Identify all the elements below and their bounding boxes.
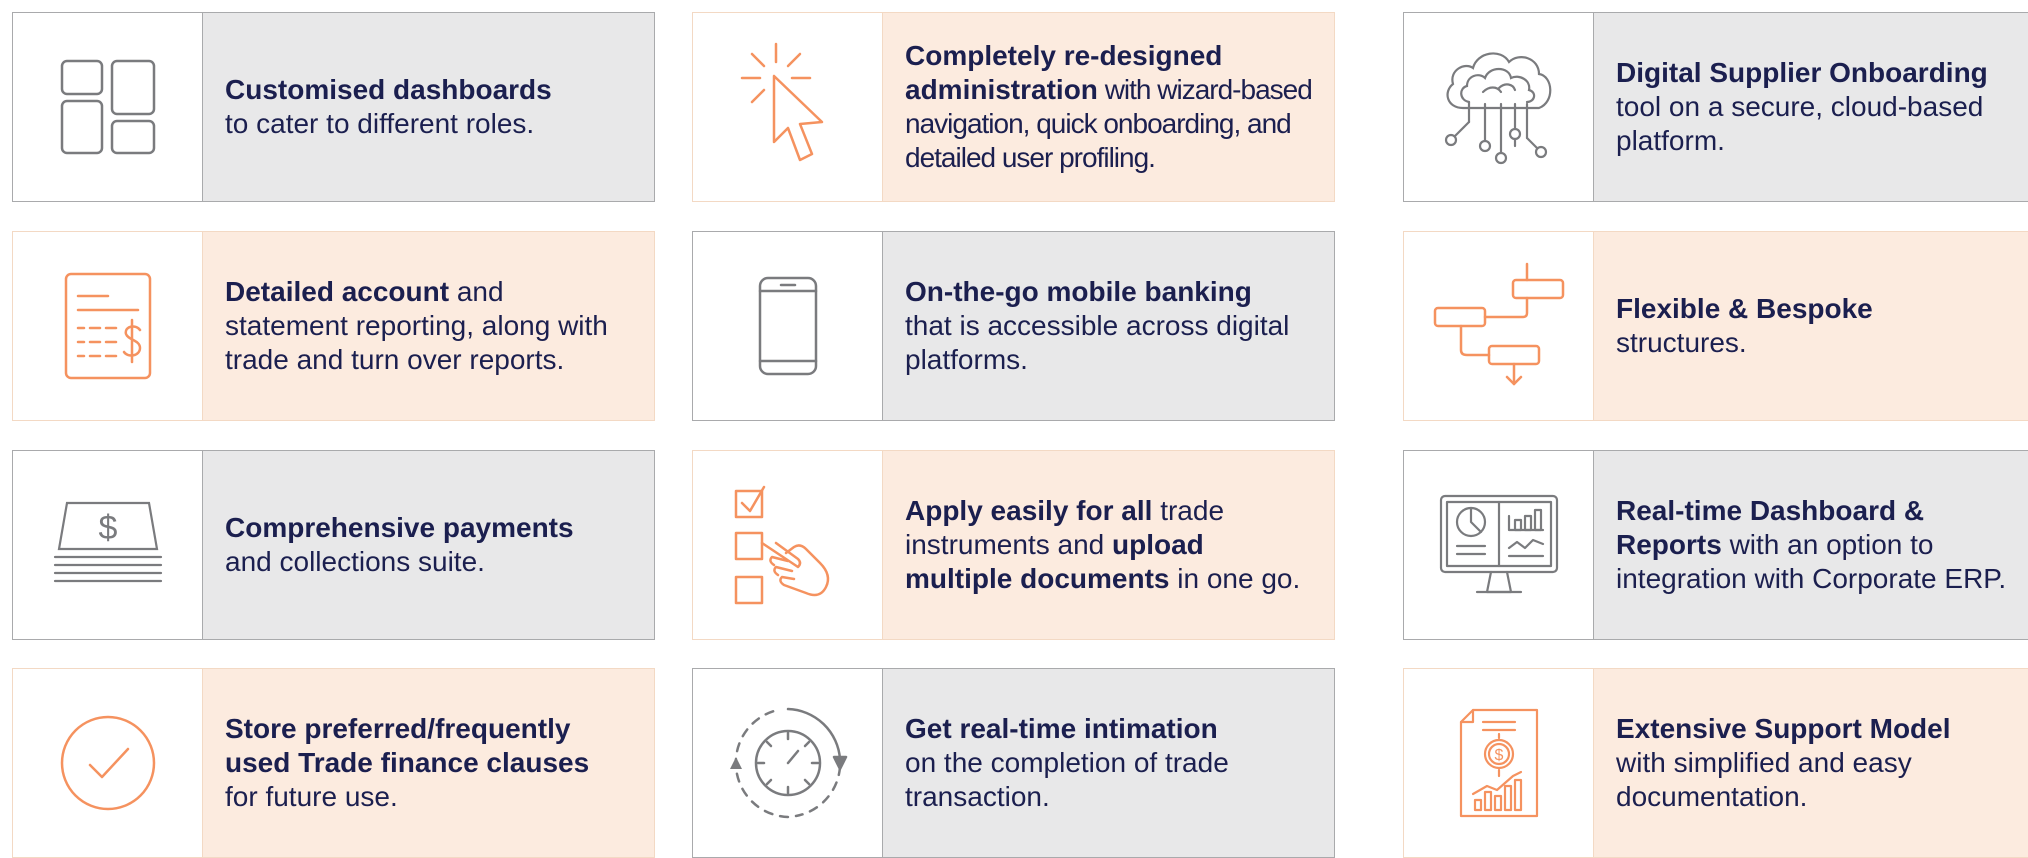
- statement-report-icon: [64, 272, 151, 380]
- card-title: Get real-time intimation: [905, 713, 1218, 744]
- card-title: Comprehensive payments: [225, 512, 574, 543]
- card-text: Detailed account and statement reporting…: [203, 232, 654, 420]
- card-text: Extensive Support Model with simplified a…: [1594, 669, 2028, 857]
- feature-card-flexible-bespoke: Flexible & Bespoke structures.: [1403, 231, 2028, 421]
- icon-container: $: [1404, 669, 1594, 857]
- cash-stack-icon: $: [53, 501, 162, 583]
- feature-card-trade-finance-clauses: Store preferred/frequently used Trade fi…: [12, 668, 655, 858]
- card-title: Detailed account: [225, 276, 450, 307]
- icon-container: [693, 669, 883, 857]
- card-title: Apply easily for all: [905, 495, 1153, 526]
- card-description: for future use.: [225, 781, 398, 812]
- checklist-hand-icon: [734, 485, 829, 605]
- card-text: Store preferred/frequently used Trade fi…: [203, 669, 654, 857]
- icon-container: [13, 669, 203, 857]
- support-document-icon: $: [1459, 708, 1538, 818]
- feature-card-mobile-banking: On-the-go mobile banking that is accessib…: [692, 231, 1335, 421]
- card-text: Completely re-designed administration wi…: [883, 13, 1334, 201]
- icon-container: [13, 232, 203, 420]
- icon-container: $: [13, 451, 203, 639]
- card-title: Store preferred/frequently used Trade fi…: [225, 713, 590, 778]
- card-text: Flexible & Bespoke structures.: [1594, 232, 2028, 420]
- icon-container: [1404, 232, 1594, 420]
- card-description: to cater to different roles.: [225, 108, 535, 139]
- icon-container: [693, 451, 883, 639]
- feature-card-detailed-account: Detailed account and statement reporting…: [12, 231, 655, 421]
- card-description: on the completion of trade transaction.: [905, 747, 1229, 812]
- card-description: that is accessible across digital platfo…: [905, 310, 1290, 375]
- flow-structure-icon: [1433, 262, 1564, 386]
- feature-card-support-model: $ Extensive Support Model with simplified…: [1403, 668, 2028, 858]
- svg-text:$: $: [1494, 747, 1503, 764]
- card-description-end: in one go.: [1169, 563, 1301, 594]
- card-text: On-the-go mobile banking that is accessib…: [883, 232, 1334, 420]
- mobile-phone-icon: [758, 276, 817, 376]
- card-title: On-the-go mobile banking: [905, 276, 1252, 307]
- feature-card-apply-easily: Apply easily for all trade instruments a…: [692, 450, 1335, 640]
- card-title: Customised dashboards: [225, 74, 552, 105]
- check-circle-icon: [60, 715, 155, 811]
- icon-container: [693, 232, 883, 420]
- svg-text:$: $: [98, 509, 117, 547]
- feature-card-realtime-dashboard: Real-time Dashboard & Reports with an op…: [1403, 450, 2028, 640]
- card-description: with simplified and easy documentation.: [1616, 747, 1912, 812]
- card-description: and collections suite.: [225, 546, 485, 577]
- card-description: structures.: [1616, 327, 1747, 358]
- monitor-dashboard-icon: [1439, 494, 1558, 594]
- feature-card-customised-dashboards: Customised dashboards to cater to differe…: [12, 12, 655, 202]
- card-text: Get real-time intimation on the completio…: [883, 669, 1334, 857]
- dashboard-grid-icon: [60, 59, 155, 155]
- card-title: Digital Supplier Onboarding: [1616, 57, 1988, 88]
- timer-cycle-icon: [729, 707, 847, 819]
- cursor-click-icon: [740, 42, 823, 162]
- feature-card-realtime-intimation: Get real-time intimation on the completio…: [692, 668, 1335, 858]
- feature-card-payments-collections: $ Comprehensive payments and collections …: [12, 450, 655, 640]
- icon-container: [1404, 13, 1594, 201]
- card-text: Apply easily for all trade instruments a…: [883, 451, 1334, 639]
- card-title: Flexible & Bespoke: [1616, 293, 1873, 324]
- feature-card-administration: Completely re-designed administration wi…: [692, 12, 1335, 202]
- card-description: tool on a secure, cloud-based platform.: [1616, 91, 1984, 156]
- card-text: Real-time Dashboard & Reports with an op…: [1594, 451, 2028, 639]
- card-text: Customised dashboards to cater to differe…: [203, 13, 654, 201]
- icon-container: [13, 13, 203, 201]
- icon-container: [1404, 451, 1594, 639]
- cloud-network-icon: [1444, 52, 1551, 165]
- card-title: Extensive Support Model: [1616, 713, 1951, 744]
- card-text: Comprehensive payments and collections su…: [203, 451, 654, 639]
- card-text: Digital Supplier Onboarding tool on a sec…: [1594, 13, 2028, 201]
- icon-container: [693, 13, 883, 201]
- feature-card-digital-supplier-onboarding: Digital Supplier Onboarding tool on a sec…: [1403, 12, 2028, 202]
